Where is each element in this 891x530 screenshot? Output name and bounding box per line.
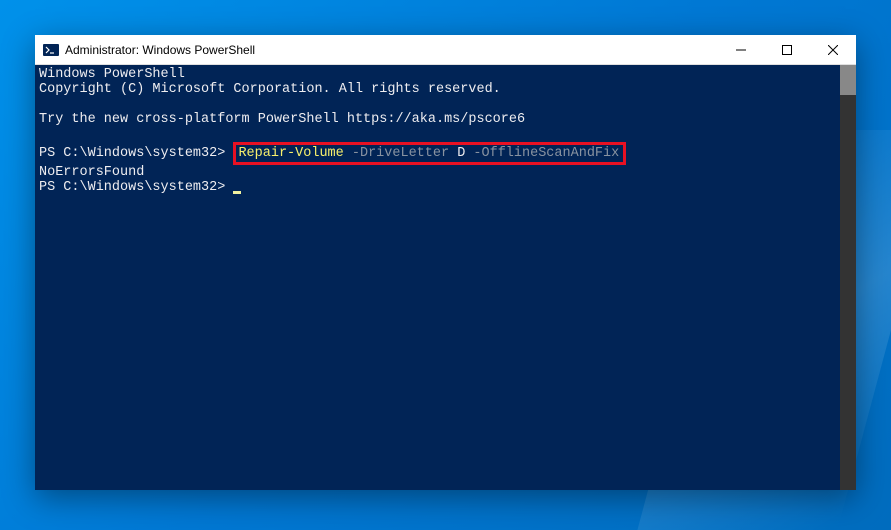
command-highlight-box: Repair-Volume -DriveLetter D -OfflineSca… (233, 142, 626, 165)
window-title: Administrator: Windows PowerShell (65, 43, 718, 57)
window-titlebar[interactable]: Administrator: Windows PowerShell (35, 35, 856, 65)
scrollbar-track[interactable] (840, 65, 856, 490)
arg-drive: D (449, 146, 465, 161)
close-button[interactable] (810, 35, 856, 64)
param-driveletter: -DriveLetter (344, 146, 449, 161)
terminal-content[interactable]: Windows PowerShell Copyright (C) Microso… (35, 65, 856, 490)
maximize-button[interactable] (764, 35, 810, 64)
cursor (233, 191, 241, 194)
terminal-blank (39, 127, 852, 142)
terminal-info-line: Try the new cross-platform PowerShell ht… (39, 112, 852, 127)
prompt-text: PS C:\Windows\system32> (39, 180, 233, 195)
terminal-header-line: Windows PowerShell (39, 67, 852, 82)
terminal-copyright-line: Copyright (C) Microsoft Corporation. All… (39, 82, 852, 97)
terminal-result-line: NoErrorsFound (39, 165, 852, 180)
scrollbar-thumb[interactable] (840, 65, 856, 95)
terminal-command-line: PS C:\Windows\system32> Repair-Volume -D… (39, 142, 852, 165)
terminal-prompt-line: PS C:\Windows\system32> (39, 180, 852, 195)
terminal-blank (39, 97, 852, 112)
powershell-icon (43, 42, 59, 58)
prompt-text: PS C:\Windows\system32> (39, 146, 233, 161)
cmdlet-name: Repair-Volume (238, 146, 343, 161)
minimize-button[interactable] (718, 35, 764, 64)
param-offlinescan: -OfflineScanAndFix (465, 146, 619, 161)
window-controls (718, 35, 856, 64)
powershell-window: Administrator: Windows PowerShell Window… (35, 35, 856, 490)
